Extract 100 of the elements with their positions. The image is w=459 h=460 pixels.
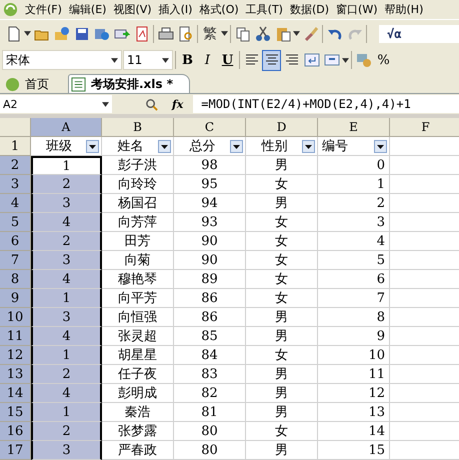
table-cell: 4 (62, 214, 71, 230)
table-cell: 85 (201, 328, 218, 344)
dropdown-arrow-icon[interactable] (221, 31, 228, 36)
column-header[interactable]: F (390, 118, 459, 137)
menu-item[interactable]: 插入(I) (158, 2, 192, 17)
table-header-cell-text: 性别 (262, 138, 288, 155)
row-header[interactable]: 1 (0, 137, 31, 156)
table-cell-text: 向菊 (124, 252, 150, 269)
table-cell: 86 (201, 290, 218, 306)
row-header[interactable]: 10 (0, 308, 31, 327)
dropdown-arrow-icon[interactable] (162, 58, 169, 62)
table-cell-text: 向恒强 (118, 309, 157, 326)
table-cell-text: 女 (275, 347, 288, 364)
column-header[interactable]: C (174, 118, 246, 137)
row-header[interactable]: 4 (0, 194, 31, 213)
table-cell: 4 (62, 272, 71, 286)
table-cell: 86 (201, 310, 218, 324)
row-header[interactable]: 7 (0, 251, 31, 270)
table-cell-text: 向玲玲 (118, 176, 157, 193)
table-cell: 3 (62, 442, 71, 458)
table-cell-text: 男 (275, 385, 288, 402)
table-cell: 3 (62, 196, 71, 210)
row-header[interactable]: 13 (0, 365, 31, 384)
dropdown-arrow-icon[interactable] (293, 31, 300, 36)
table-cell: 10 (368, 348, 385, 362)
column-header[interactable]: E (318, 118, 390, 137)
row-header[interactable]: 2 (0, 156, 31, 175)
table-cell: 13 (368, 404, 385, 420)
table-cell-text: 男 (275, 366, 288, 383)
row-header[interactable]: 16 (0, 422, 31, 441)
menu-item[interactable]: 格式(O) (199, 2, 239, 17)
table-cell-text: 张灵超 (118, 328, 157, 345)
document-tab[interactable]: 首页 (2, 74, 66, 93)
spreadsheet-icon (71, 76, 86, 92)
table-cell-text: 彭明成 (118, 385, 157, 402)
dropdown-arrow-icon[interactable] (102, 102, 109, 106)
table-cell: 8 (376, 310, 385, 324)
row-header[interactable]: 17 (0, 441, 31, 460)
dropdown-arrow-icon[interactable] (24, 31, 31, 36)
table-cell: 3 (62, 252, 71, 268)
table-cell: 81 (201, 404, 218, 420)
formula-input[interactable]: =MOD(INT(E2/4)+MOD(E2,4),4)+1 (193, 95, 459, 113)
row-header[interactable]: 3 (0, 175, 31, 194)
column-header[interactable]: A (31, 118, 102, 137)
table-header-cell-text: 编号 (322, 138, 348, 155)
table-cell-text: 男 (275, 404, 288, 421)
row-header[interactable]: 9 (0, 289, 31, 308)
table-cell-text: 男 (275, 328, 288, 345)
row-header[interactable]: 5 (0, 213, 31, 232)
table-cell-text: 女 (275, 252, 288, 269)
menu-item[interactable]: 窗口(W) (336, 2, 378, 17)
underline-button[interactable]: U (218, 49, 237, 71)
table-cell-text: 女 (275, 176, 288, 193)
filter-dropdown-icon[interactable] (158, 140, 171, 153)
dropdown-arrow-icon[interactable] (111, 58, 118, 62)
font-size-select[interactable]: 11 (123, 50, 173, 70)
table-cell-text: 向芳萍 (118, 214, 157, 231)
table-cell-text: 女 (275, 233, 288, 250)
percent-button[interactable]: % (374, 49, 393, 71)
menu-item[interactable]: 工具(T) (246, 2, 283, 17)
filter-dropdown-icon[interactable] (374, 140, 387, 153)
table-cell: 3 (62, 310, 71, 324)
table-cell: 2 (62, 366, 71, 382)
row-header[interactable]: 12 (0, 346, 31, 365)
filter-dropdown-icon[interactable] (86, 140, 99, 153)
table-cell-text: 男 (275, 195, 288, 212)
menu-item[interactable]: 帮助(H) (384, 2, 424, 17)
row-header[interactable]: 14 (0, 384, 31, 403)
name-box[interactable]: A2 (0, 95, 112, 113)
italic-button[interactable]: I (198, 49, 217, 71)
table-cell: 11 (368, 366, 385, 382)
table-cell-text: 女 (275, 214, 288, 231)
document-tab[interactable]: 考场安排.xls * (68, 74, 190, 93)
dropdown-arrow-icon[interactable] (342, 58, 349, 62)
menu-item[interactable]: 视图(V) (113, 2, 152, 17)
row-header[interactable]: 15 (0, 403, 31, 422)
function-button[interactable]: fx (172, 98, 184, 110)
column-header[interactable]: D (246, 118, 318, 137)
row-header[interactable]: 6 (0, 232, 31, 251)
table-cell: 15 (368, 442, 385, 458)
table-cell-text: 张梦露 (118, 423, 157, 440)
formula-button[interactable]: √α (379, 24, 459, 42)
row-header[interactable]: 8 (0, 270, 31, 289)
menu-item[interactable]: 数据(D) (290, 2, 330, 17)
align-center-icon[interactable] (262, 50, 281, 70)
filter-dropdown-icon[interactable] (230, 140, 243, 153)
column-header[interactable]: B (102, 118, 174, 137)
table-cell: 1 (62, 290, 71, 306)
table-cell-text: 男 (275, 157, 288, 174)
table-cell: 98 (201, 158, 218, 172)
magnifier-icon[interactable] (145, 98, 158, 110)
menu-item[interactable]: 编辑(E) (68, 2, 106, 17)
filter-dropdown-icon[interactable] (302, 140, 315, 153)
table-cell: 93 (201, 214, 218, 230)
bold-button[interactable]: B (178, 49, 197, 71)
row-header[interactable]: 11 (0, 327, 31, 346)
font-select[interactable]: 宋体 (2, 50, 122, 70)
table-cell-text: 胡星星 (118, 347, 157, 364)
menu-item[interactable]: 文件(F) (25, 2, 62, 17)
traditional-chinese-button[interactable]: 繁 (200, 22, 220, 44)
